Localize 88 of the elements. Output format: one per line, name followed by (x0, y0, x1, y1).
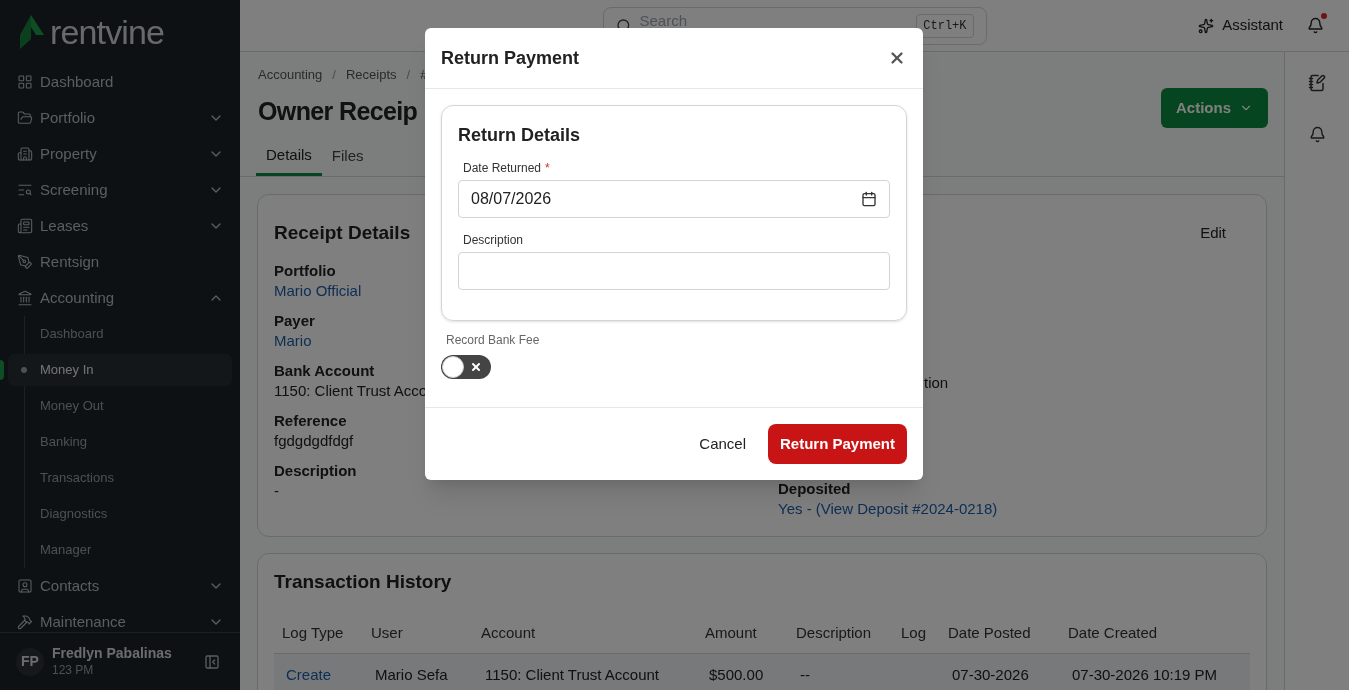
sidebar-subitem[interactable]: Transactions (8, 462, 232, 494)
sidebar-item[interactable]: Maintenance (0, 604, 240, 632)
date-field[interactable]: 08/07/2026 (458, 180, 890, 218)
logo-icon (20, 15, 44, 49)
page-title: Owner Receip (257, 95, 419, 127)
nav-icon (17, 218, 33, 234)
actions-button[interactable]: Actions (1161, 88, 1268, 128)
column-header: Date Posted (948, 623, 1032, 644)
column-header: Log Type (282, 623, 345, 644)
card-title: Transaction History (274, 569, 453, 594)
sidebar-subitem[interactable]: Dashboard (8, 318, 232, 350)
sidebar-item[interactable]: Property (0, 136, 240, 172)
calendar-icon (861, 191, 877, 207)
column-header: Log (901, 623, 928, 644)
field-link[interactable]: Yes - (View Deposit #2024-0218) (778, 499, 998, 519)
sidebar-item[interactable]: Rentsign (0, 244, 240, 280)
sidebar-item[interactable]: Dashboard (0, 64, 240, 100)
toggle-label: Record Bank Fee (446, 332, 540, 349)
return-payment-button[interactable]: Return Payment (768, 424, 907, 464)
sidebar-item[interactable]: Leases (0, 208, 240, 244)
log-type-link[interactable]: Create (286, 665, 332, 683)
tab[interactable]: Details (256, 137, 322, 176)
field-value: fgdgdgdfdgf (274, 431, 354, 451)
sidebar-subitem[interactable]: Banking (8, 426, 232, 458)
sidebar-subitem[interactable]: Diagnostics (8, 498, 232, 530)
field-label: Bank Account (274, 361, 375, 381)
tab[interactable]: Files (321, 137, 374, 176)
breadcrumb-separator: / (406, 66, 411, 84)
nav-icon (17, 254, 33, 270)
sparkles-icon (1198, 17, 1215, 34)
logo-text: rentvine (50, 15, 165, 49)
breadcrumb-separator: / (332, 66, 336, 84)
nav-icon (17, 182, 33, 198)
card-title: Receipt Details (274, 220, 411, 245)
user-name: Fredlyn Pabalinas (52, 645, 173, 663)
collapse-sidebar-icon[interactable] (204, 653, 220, 670)
field-value: tion (924, 373, 949, 393)
field-label: Deposited (778, 479, 851, 499)
field-link[interactable]: Mario Official (274, 281, 362, 301)
field-value: - (274, 481, 279, 501)
column-header: Account (481, 623, 537, 644)
field-label: Date Returned (463, 161, 542, 175)
nav-icon (17, 614, 33, 630)
table-cell: 1150: Client Trust Account (485, 665, 659, 683)
column-header: Amount (705, 623, 758, 644)
sidebar-subitem[interactable]: Money Out (8, 390, 232, 422)
sidebar-item[interactable]: Contacts (0, 568, 240, 604)
nav-icon (17, 290, 33, 306)
nav-icon (17, 578, 33, 594)
dialog-title: Return Payment (441, 46, 580, 70)
required-mark: * (545, 161, 550, 175)
user-role: 123 PM (52, 662, 95, 678)
sidebar-subitem[interactable]: Manager (8, 534, 232, 566)
sidebar-subitem[interactable]: Money In (8, 354, 232, 386)
cross-icon (470, 361, 482, 373)
table-cell: $500.00 (709, 665, 764, 683)
field-label: Description (463, 233, 524, 247)
table-cell: Mario Sefa (375, 665, 448, 683)
notifications-icon[interactable] (1308, 126, 1326, 143)
field-link[interactable]: Mario (274, 331, 312, 351)
notifications-icon[interactable] (1307, 16, 1325, 35)
field-label: Payer (274, 311, 315, 331)
column-header: User (371, 623, 404, 644)
sidebar-item[interactable]: Accounting (0, 280, 240, 316)
description-field[interactable] (458, 252, 890, 290)
cancel-button[interactable]: Cancel (693, 424, 752, 464)
table-cell: -- (800, 665, 810, 683)
assistant-button[interactable]: Assistant (1198, 14, 1283, 37)
sidebar-item[interactable]: Portfolio (0, 100, 240, 136)
nav-icon (17, 110, 33, 126)
field-label: Reference (274, 411, 347, 431)
table-cell: 07-30-2026 10:19 PM (1072, 665, 1218, 683)
bank-fee-toggle[interactable] (441, 355, 491, 379)
close-icon[interactable] (888, 49, 906, 67)
column-header: Description (796, 623, 873, 644)
breadcrumb-link[interactable]: Accounting (258, 65, 323, 85)
sidebar-item[interactable]: Screening (0, 172, 240, 208)
section-title: Return Details (458, 124, 582, 147)
field-label: Portfolio (274, 261, 336, 281)
edit-button[interactable]: Edit (1200, 221, 1226, 244)
column-header: Date Created (1068, 623, 1159, 644)
nav-icon (17, 74, 33, 90)
notes-icon[interactable] (1308, 74, 1326, 92)
nav-icon (17, 146, 33, 162)
field-label: Description (274, 461, 357, 481)
table-cell: 07-30-2026 (952, 665, 1029, 683)
breadcrumb-link[interactable]: Receipts (345, 65, 397, 85)
user-avatar: FP (16, 647, 44, 676)
